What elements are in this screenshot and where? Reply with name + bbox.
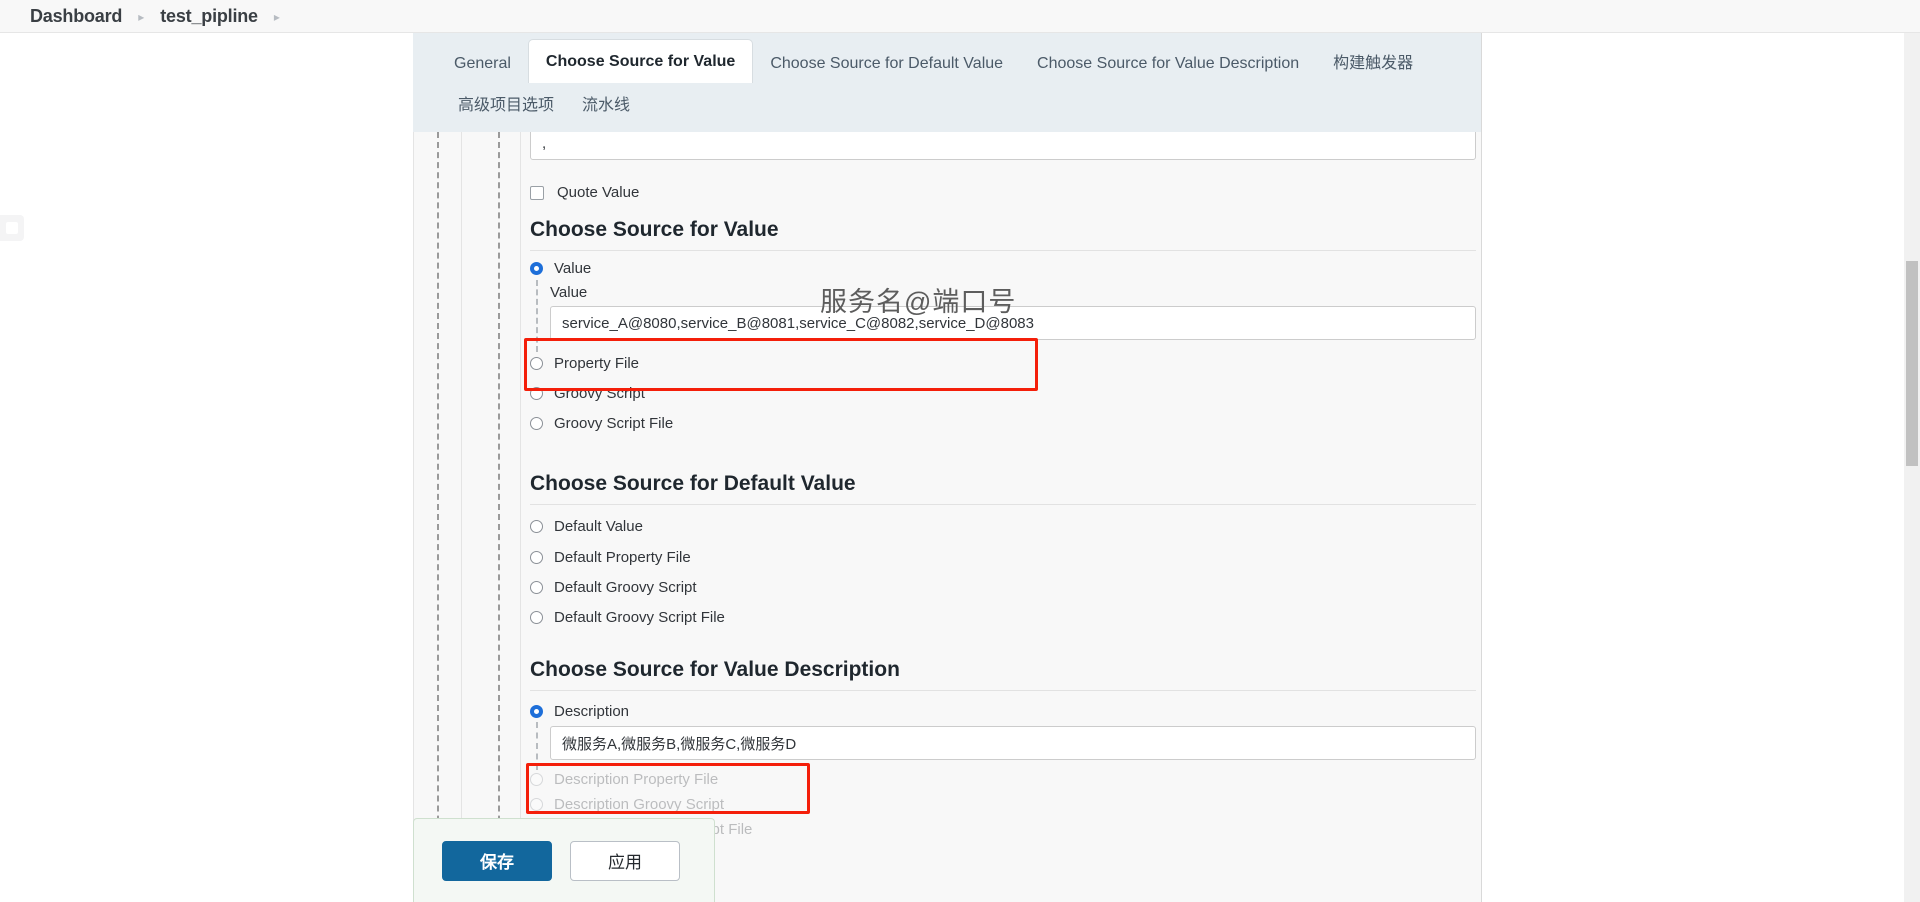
quote-value-row[interactable]: Quote Value — [530, 184, 639, 201]
radio-value[interactable] — [530, 261, 543, 275]
radio-label-description-groovy-script: Description Groovy Script — [554, 795, 725, 813]
radio-default-property-file[interactable] — [530, 550, 543, 564]
radio-label-property-file: Property File — [554, 354, 640, 372]
section-title-choose-source-for-value: Choose Source for Value — [530, 218, 1476, 251]
radio-default-groovy-script-file[interactable] — [530, 610, 543, 624]
radio-row-default-groovy-script[interactable]: Default Groovy Script — [530, 576, 697, 598]
form-dashed-guide — [498, 132, 500, 902]
page-scrollbar-track[interactable] — [1904, 33, 1920, 902]
form-content: Quote Value Choose Source for Value Valu… — [520, 132, 1481, 902]
tab-advanced-project-options[interactable]: 高级项目选项 — [444, 88, 568, 124]
form-guide-line — [413, 132, 414, 902]
radio-label-value: Value — [554, 259, 592, 277]
value-subfield-label: Value — [550, 284, 588, 301]
config-tab-panel: General Choose Source for Value Choose S… — [413, 33, 1481, 133]
radio-label-default-property-file: Default Property File — [554, 548, 691, 566]
panel-right-edge — [1481, 33, 1482, 902]
annotation-service-port: 服务名@端口号 — [820, 287, 1017, 317]
quote-value-label: Quote Value — [557, 184, 640, 201]
radio-groovy-script-file[interactable] — [530, 416, 543, 430]
breadcrumb-separator-icon: ▸ — [138, 10, 145, 24]
tab-choose-source-for-value[interactable]: Choose Source for Value — [527, 39, 754, 83]
tab-build-triggers[interactable]: 构建触发器 — [1316, 46, 1430, 82]
radio-row-groovy-script[interactable]: Groovy Script — [530, 382, 645, 404]
app-window: Dashboard ▸ test_pipline ▸ General Choos… — [0, 0, 1920, 902]
value-subfield-connector — [536, 280, 538, 352]
radio-label-description-property-file: Description Property File — [554, 770, 719, 788]
radio-row-groovy-script-file[interactable]: Groovy Script File — [530, 412, 673, 434]
description-subfield-connector — [536, 722, 538, 770]
radio-property-file[interactable] — [530, 356, 543, 370]
description-input[interactable] — [550, 726, 1476, 760]
radio-label-default-groovy-script: Default Groovy Script — [554, 578, 697, 596]
tab-choose-source-for-default-value[interactable]: Choose Source for Default Value — [753, 46, 1020, 82]
radio-label-groovy-script-file: Groovy Script File — [554, 414, 674, 432]
radio-row-default-property-file[interactable]: Default Property File — [530, 546, 691, 568]
breadcrumb-item-test-pipline[interactable]: test_pipline — [160, 6, 258, 27]
save-button[interactable]: 保存 — [442, 840, 552, 881]
tab-general[interactable]: General — [437, 46, 528, 82]
form-guide-line — [461, 132, 462, 902]
config-form: Quote Value Choose Source for Value Valu… — [413, 132, 1481, 902]
separator-field-row — [530, 132, 1476, 160]
radio-row-default-value[interactable]: Default Value — [530, 515, 643, 537]
description-subfield-row — [550, 726, 1476, 760]
radio-description[interactable] — [530, 704, 543, 718]
radio-label-default-groovy-script-file: Default Groovy Script File — [554, 608, 725, 626]
radio-row-description-groovy-script[interactable]: Description Groovy Script — [530, 793, 724, 815]
radio-default-groovy-script[interactable] — [530, 580, 543, 594]
radio-description-property-file[interactable] — [530, 772, 543, 786]
radio-description-groovy-script[interactable] — [530, 797, 543, 811]
form-dashed-guide — [437, 132, 439, 902]
form-action-bar: 保存 应用 — [413, 818, 715, 902]
section-title-choose-source-for-value-description: Choose Source for Value Description — [530, 658, 1476, 691]
radio-label-description: Description — [554, 702, 630, 720]
radio-row-default-groovy-script-file[interactable]: Default Groovy Script File — [530, 606, 725, 628]
radio-row-description-property-file[interactable]: Description Property File — [530, 768, 718, 790]
breadcrumb: Dashboard ▸ test_pipline ▸ — [0, 0, 1920, 33]
page-scrollbar-thumb[interactable] — [1906, 261, 1918, 466]
radio-row-value[interactable]: Value — [530, 257, 591, 279]
separator-input[interactable] — [530, 132, 1476, 160]
section-title-choose-source-for-default-value: Choose Source for Default Value — [530, 472, 1476, 505]
tab-row-secondary: 高级项目选项 流水线 — [413, 82, 1481, 130]
tab-pipeline[interactable]: 流水线 — [568, 88, 644, 124]
radio-row-description[interactable]: Description — [530, 700, 629, 722]
tab-row-primary: General Choose Source for Value Choose S… — [413, 33, 1481, 83]
radio-groovy-script[interactable] — [530, 386, 543, 400]
radio-label-groovy-script: Groovy Script — [554, 384, 645, 402]
breadcrumb-separator-icon: ▸ — [273, 10, 280, 24]
radio-row-property-file[interactable]: Property File — [530, 352, 639, 374]
radio-label-default-value: Default Value — [554, 517, 643, 535]
apply-button[interactable]: 应用 — [570, 840, 680, 881]
radio-default-value[interactable] — [530, 519, 543, 533]
quote-value-checkbox[interactable] — [530, 185, 544, 200]
tab-choose-source-for-value-description[interactable]: Choose Source for Value Description — [1020, 46, 1316, 82]
sidebar-expand-handle[interactable] — [0, 215, 24, 241]
breadcrumb-item-dashboard[interactable]: Dashboard — [30, 6, 122, 27]
